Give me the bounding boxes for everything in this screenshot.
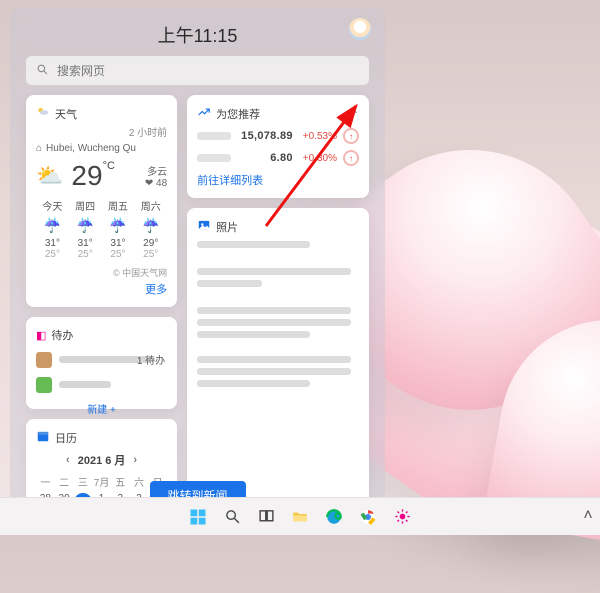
blurred-text <box>197 132 231 140</box>
rain-icon: ☔ <box>75 217 95 234</box>
finance-details-link[interactable]: 前往详细列表 <box>197 172 359 188</box>
finance-change: +0.53% <box>303 131 337 142</box>
todo-title: 待办 <box>51 327 73 343</box>
user-avatar[interactable] <box>349 18 371 40</box>
forecast-hi: 31° <box>108 238 128 249</box>
taskbar: ˄ <box>0 497 600 535</box>
weather-source: © 中国天气网 <box>36 266 167 279</box>
taskbar-search-button[interactable] <box>222 507 242 527</box>
cal-dow: 三 <box>73 474 92 489</box>
weather-forecast-row: 今天☔31°25° 周四☔31°25° 周五☔31°25° 周六☔29°25° <box>36 198 167 260</box>
blurred-text <box>197 307 351 314</box>
weather-more-link[interactable]: 更多 <box>36 281 167 297</box>
weather-location: Hubei, Wucheng Qu <box>46 143 136 154</box>
forecast-lo: 25° <box>141 249 161 260</box>
calendar-prev-button[interactable]: ‹ <box>66 454 70 466</box>
blurred-text <box>197 154 231 162</box>
task-view-button[interactable] <box>256 507 276 527</box>
calendar-icon <box>36 429 50 446</box>
settings-button[interactable] <box>392 507 412 527</box>
partly-cloudy-icon: ⛅ <box>36 163 63 189</box>
stocks-icon <box>197 105 211 122</box>
finance-change: +0.30% <box>303 153 337 164</box>
cal-dow: 五 <box>111 474 130 489</box>
blurred-text <box>197 319 351 326</box>
home-icon: ⌂ <box>36 143 42 154</box>
todo-more-link[interactable]: 新建 + <box>36 401 167 416</box>
forecast-lo: 25° <box>75 249 95 260</box>
forecast-day-label: 周六 <box>141 198 161 213</box>
todo-card[interactable]: ◧ 待办 1 待办 新建 + <box>26 317 177 409</box>
blurred-text <box>197 331 310 338</box>
widgets-panel: 上午11:15 搜索网页 天气 2 小时前 ⌂ Hubei, Wucheng Q… <box>10 8 385 518</box>
chrome-browser-button[interactable] <box>358 507 378 527</box>
finance-row[interactable]: 15,078.89 +0.53% ↑ <box>197 128 359 144</box>
photos-title: 照片 <box>216 219 238 235</box>
forecast-day-label: 周四 <box>75 198 95 213</box>
blurred-text <box>197 380 310 387</box>
weather-updated: 2 小时前 <box>36 124 167 139</box>
forecast-lo: 25° <box>108 249 128 260</box>
blurred-text <box>197 280 262 287</box>
finance-card[interactable]: ⋯ 为您推荐 15,078.89 +0.53% ↑ 6.80 +0.30% <box>187 95 369 198</box>
cal-dow: 一 <box>36 474 55 489</box>
photo-icon <box>197 218 211 235</box>
forecast-hi: 29° <box>141 238 161 249</box>
more-options-button[interactable]: ⋯ <box>346 105 359 119</box>
search-placeholder: 搜索网页 <box>57 62 105 79</box>
search-icon <box>36 63 49 79</box>
cal-dow: 二 <box>55 474 74 489</box>
blurred-text <box>197 268 351 275</box>
forecast-day-label: 今天 <box>42 198 62 213</box>
weather-card[interactable]: 天气 2 小时前 ⌂ Hubei, Wucheng Qu ⛅ 29°C 多云 ❤… <box>26 95 177 307</box>
rain-icon: ☔ <box>42 217 62 234</box>
forecast-day-label: 周五 <box>108 198 128 213</box>
todo-icon: ◧ <box>36 329 46 342</box>
forecast-hi: 31° <box>75 238 95 249</box>
forecast-lo: 25° <box>42 249 62 260</box>
clock: 上午11:15 <box>20 22 375 48</box>
rain-icon: ☔ <box>108 217 128 234</box>
weather-unit: °C <box>103 160 115 172</box>
rain-icon: ☔ <box>141 217 161 234</box>
weather-temp: 29 <box>71 160 102 191</box>
photos-card[interactable]: 照片 <box>187 208 369 515</box>
blurred-text <box>197 368 351 375</box>
finance-row[interactable]: 6.80 +0.30% ↑ <box>197 150 359 166</box>
cal-dow: 六 <box>130 474 149 489</box>
cal-dow: 7月 <box>92 474 111 489</box>
weather-aqi: ❤ 48 <box>145 178 167 189</box>
weather-icon <box>36 105 50 122</box>
weather-condition: 多云 <box>145 163 167 178</box>
calendar-next-button[interactable]: › <box>133 454 137 466</box>
task-color-icon <box>36 377 52 393</box>
task-color-icon <box>36 352 52 368</box>
file-explorer-button[interactable] <box>290 507 310 527</box>
trend-up-icon: ↑ <box>343 128 359 144</box>
show-hidden-icons-button[interactable]: ˄ <box>582 507 594 525</box>
blurred-text <box>59 381 111 388</box>
blurred-text <box>197 356 351 363</box>
todo-count: 1 待办 <box>137 352 165 367</box>
start-button[interactable] <box>188 507 208 527</box>
trend-up-icon: ↑ <box>343 150 359 166</box>
weather-title: 天气 <box>55 106 77 122</box>
calendar-month: 2021 6 月 <box>78 452 126 468</box>
edge-browser-button[interactable] <box>324 507 344 527</box>
finance-title: 为您推荐 <box>216 106 260 122</box>
search-input[interactable]: 搜索网页 <box>26 56 369 85</box>
finance-value: 6.80 <box>270 152 293 164</box>
finance-value: 15,078.89 <box>241 130 293 142</box>
blurred-text <box>197 241 310 248</box>
forecast-hi: 31° <box>42 238 62 249</box>
calendar-title: 日历 <box>55 430 77 446</box>
